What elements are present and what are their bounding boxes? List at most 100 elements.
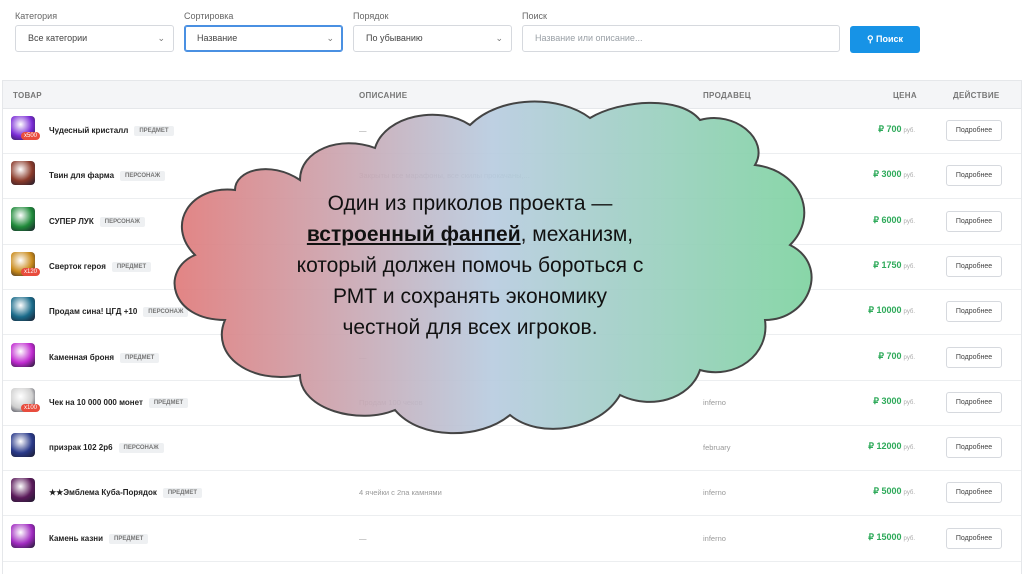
header-item: ТОВАР <box>13 91 42 100</box>
search-button[interactable]: ⚲ Поиск <box>850 26 920 53</box>
details-button[interactable]: Подробнее <box>946 482 1002 504</box>
item-price: ₽ 3000 руб. <box>873 169 915 180</box>
table-row: ★★Эмблема Куба-Порядок ПРЕДМЕТ 4 ячейки с … <box>3 470 1021 517</box>
details-button[interactable]: Подробнее <box>946 255 1002 277</box>
search-input[interactable]: Название или описание... <box>522 25 840 52</box>
details-button[interactable]: Подробнее <box>946 165 1002 187</box>
header-seller: ПРОДАВЕЦ <box>703 91 751 100</box>
order-value: По убыванию <box>366 33 423 43</box>
currency-suffix: руб. <box>903 354 915 361</box>
item-description: Закрыты все марафоны, все скилы прокачан… <box>359 171 530 181</box>
details-button[interactable]: Подробнее <box>946 120 1002 141</box>
item-price: ₽ 12000 руб. <box>868 441 915 452</box>
overlay-line-4: РМТ и сохранять экономику <box>332 285 608 308</box>
item-seller: inferno <box>703 533 726 543</box>
currency-suffix: руб. <box>903 309 915 316</box>
item-type-badge: ПРЕДМЕТ <box>148 397 189 408</box>
currency-suffix: руб. <box>903 399 915 406</box>
item-description: — <box>359 352 367 362</box>
currency-suffix: руб. <box>903 490 915 497</box>
category-select[interactable]: Все категории ⌄ <box>15 25 174 52</box>
item-type-badge: ПЕРСОНАЖ <box>143 307 189 318</box>
details-button[interactable]: Подробнее <box>946 527 1002 549</box>
overlay-line-5: честной для всех игроков. <box>342 316 598 339</box>
currency-suffix: руб. <box>903 535 915 542</box>
quantity-badge: x120 <box>21 267 41 276</box>
quantity-badge: x100 <box>21 403 41 412</box>
item-thumbnail <box>11 206 35 231</box>
price-value: ₽ 1750 <box>873 259 902 270</box>
header-action: ДЕЙСТВИЕ <box>953 91 1000 100</box>
price-value: ₽ 15000 <box>868 531 902 542</box>
item-price: ₽ 10000 руб. <box>868 305 915 316</box>
item-seller: february <box>703 443 731 453</box>
overlay-highlight: встроенный фанпей <box>306 223 521 246</box>
table-row: Камень казни ПРЕДМЕТ — inferno ₽ 15000 руб. По… <box>3 516 1021 562</box>
quantity-badge: x500 <box>21 132 41 140</box>
table-row: x100 Чек на 10 000 000 монет ПРЕДМЕТ Продам… <box>3 380 1021 426</box>
item-seller: inferno <box>703 488 726 498</box>
price-value: ₽ 12000 <box>868 441 902 452</box>
item-name[interactable]: Камень казни ПРЕДМЕТ <box>49 533 149 544</box>
details-button[interactable]: Подробнее <box>946 391 1002 413</box>
item-type-badge: ПРЕДМЕТ <box>162 488 203 499</box>
item-name[interactable]: призрак 102 2р6 ПЕРСОНАЖ <box>49 443 164 454</box>
currency-suffix: руб. <box>903 128 915 134</box>
item-description: — <box>359 126 367 135</box>
details-button[interactable]: Подробнее <box>946 346 1002 368</box>
category-label: Категория <box>15 11 58 21</box>
details-button[interactable]: Подробнее <box>946 437 1002 459</box>
table-row: x500 Чудесный кристалл ПРЕДМЕТ — ₽ 700 руб. По… <box>3 108 1021 154</box>
overlay-line-3: который должен помочь бороться с <box>296 254 644 277</box>
item-name[interactable]: Чудесный кристалл ПРЕДМЕТ <box>49 126 174 136</box>
item-type-badge: ПРЕДМЕТ <box>111 261 152 272</box>
search-icon: ⚲ <box>866 34 874 44</box>
price-value: ₽ 700 <box>878 124 902 134</box>
details-button[interactable]: Подробнее <box>946 210 1002 232</box>
item-name-text: СУПЕР ЛУК <box>49 216 94 226</box>
item-price: ₽ 1750 руб. <box>873 260 915 271</box>
currency-suffix: руб. <box>903 263 915 270</box>
item-thumbnail <box>11 433 35 458</box>
item-type-badge: ПЕРСОНАЖ <box>118 443 164 454</box>
item-description: 4 ячейки с 2па камнями <box>359 488 442 498</box>
price-value: ₽ 10000 <box>868 305 902 316</box>
item-name-text: Камень казни <box>49 533 104 543</box>
item-name[interactable]: Продам сина! ЦГД +10 ПЕРСОНАЖ <box>49 307 189 318</box>
currency-suffix: руб. <box>903 173 915 180</box>
item-thumbnail <box>11 297 35 322</box>
item-thumbnail <box>11 478 35 503</box>
chevron-down-icon: ⌄ <box>157 33 165 43</box>
price-value: ₽ 3000 <box>873 169 902 180</box>
item-thumbnail <box>11 161 35 186</box>
sort-select[interactable]: Название ⌄ <box>184 25 343 52</box>
item-name-text: Сверток героя <box>49 261 106 271</box>
chevron-down-icon: ⌄ <box>495 33 503 43</box>
header-price: ЦЕНА <box>893 91 917 100</box>
item-price: ₽ 3000 руб. <box>873 396 915 407</box>
item-name-text: Чек на 10 000 000 монет <box>49 397 143 407</box>
item-price: ₽ 6000 руб. <box>873 215 915 226</box>
price-value: ₽ 6000 <box>873 214 902 225</box>
item-price: ₽ 700 руб. <box>878 124 915 135</box>
item-name[interactable]: ★★Эмблема Куба-Порядок ПРЕДМЕТ <box>49 488 203 499</box>
item-name-text: ★★Эмблема Куба-Порядок <box>49 488 157 498</box>
item-name[interactable]: Твин для фарма ПЕРСОНАЖ <box>49 171 166 182</box>
chevron-down-icon: ⌄ <box>326 33 334 43</box>
item-type-badge: ПРЕДМЕТ <box>120 352 160 363</box>
header-description: ОПИСАНИЕ <box>359 91 408 100</box>
search-button-label: Поиск <box>876 34 904 44</box>
item-name-text: Каменная броня <box>49 352 115 362</box>
order-select[interactable]: По убыванию ⌄ <box>353 25 512 52</box>
details-button[interactable]: Подробнее <box>946 301 1002 323</box>
item-name[interactable]: Сверток героя ПРЕДМЕТ <box>49 261 152 272</box>
item-name[interactable]: Чек на 10 000 000 монет ПРЕДМЕТ <box>49 397 189 408</box>
item-name-text: Твин для фарма <box>49 171 115 181</box>
overlay-line-1: Один из приколов проекта — <box>327 192 613 215</box>
item-type-badge: ПРЕДМЕТ <box>109 533 149 544</box>
category-value: Все категории <box>28 33 88 43</box>
sort-value: Название <box>197 33 238 43</box>
item-name[interactable]: Каменная броня ПРЕДМЕТ <box>49 352 160 363</box>
table-header: ТОВАР ОПИСАНИЕ ПРОДАВЕЦ ЦЕНА ДЕЙСТВИЕ <box>3 81 1021 109</box>
item-name[interactable]: СУПЕР ЛУК ПЕРСОНАЖ <box>49 216 145 227</box>
